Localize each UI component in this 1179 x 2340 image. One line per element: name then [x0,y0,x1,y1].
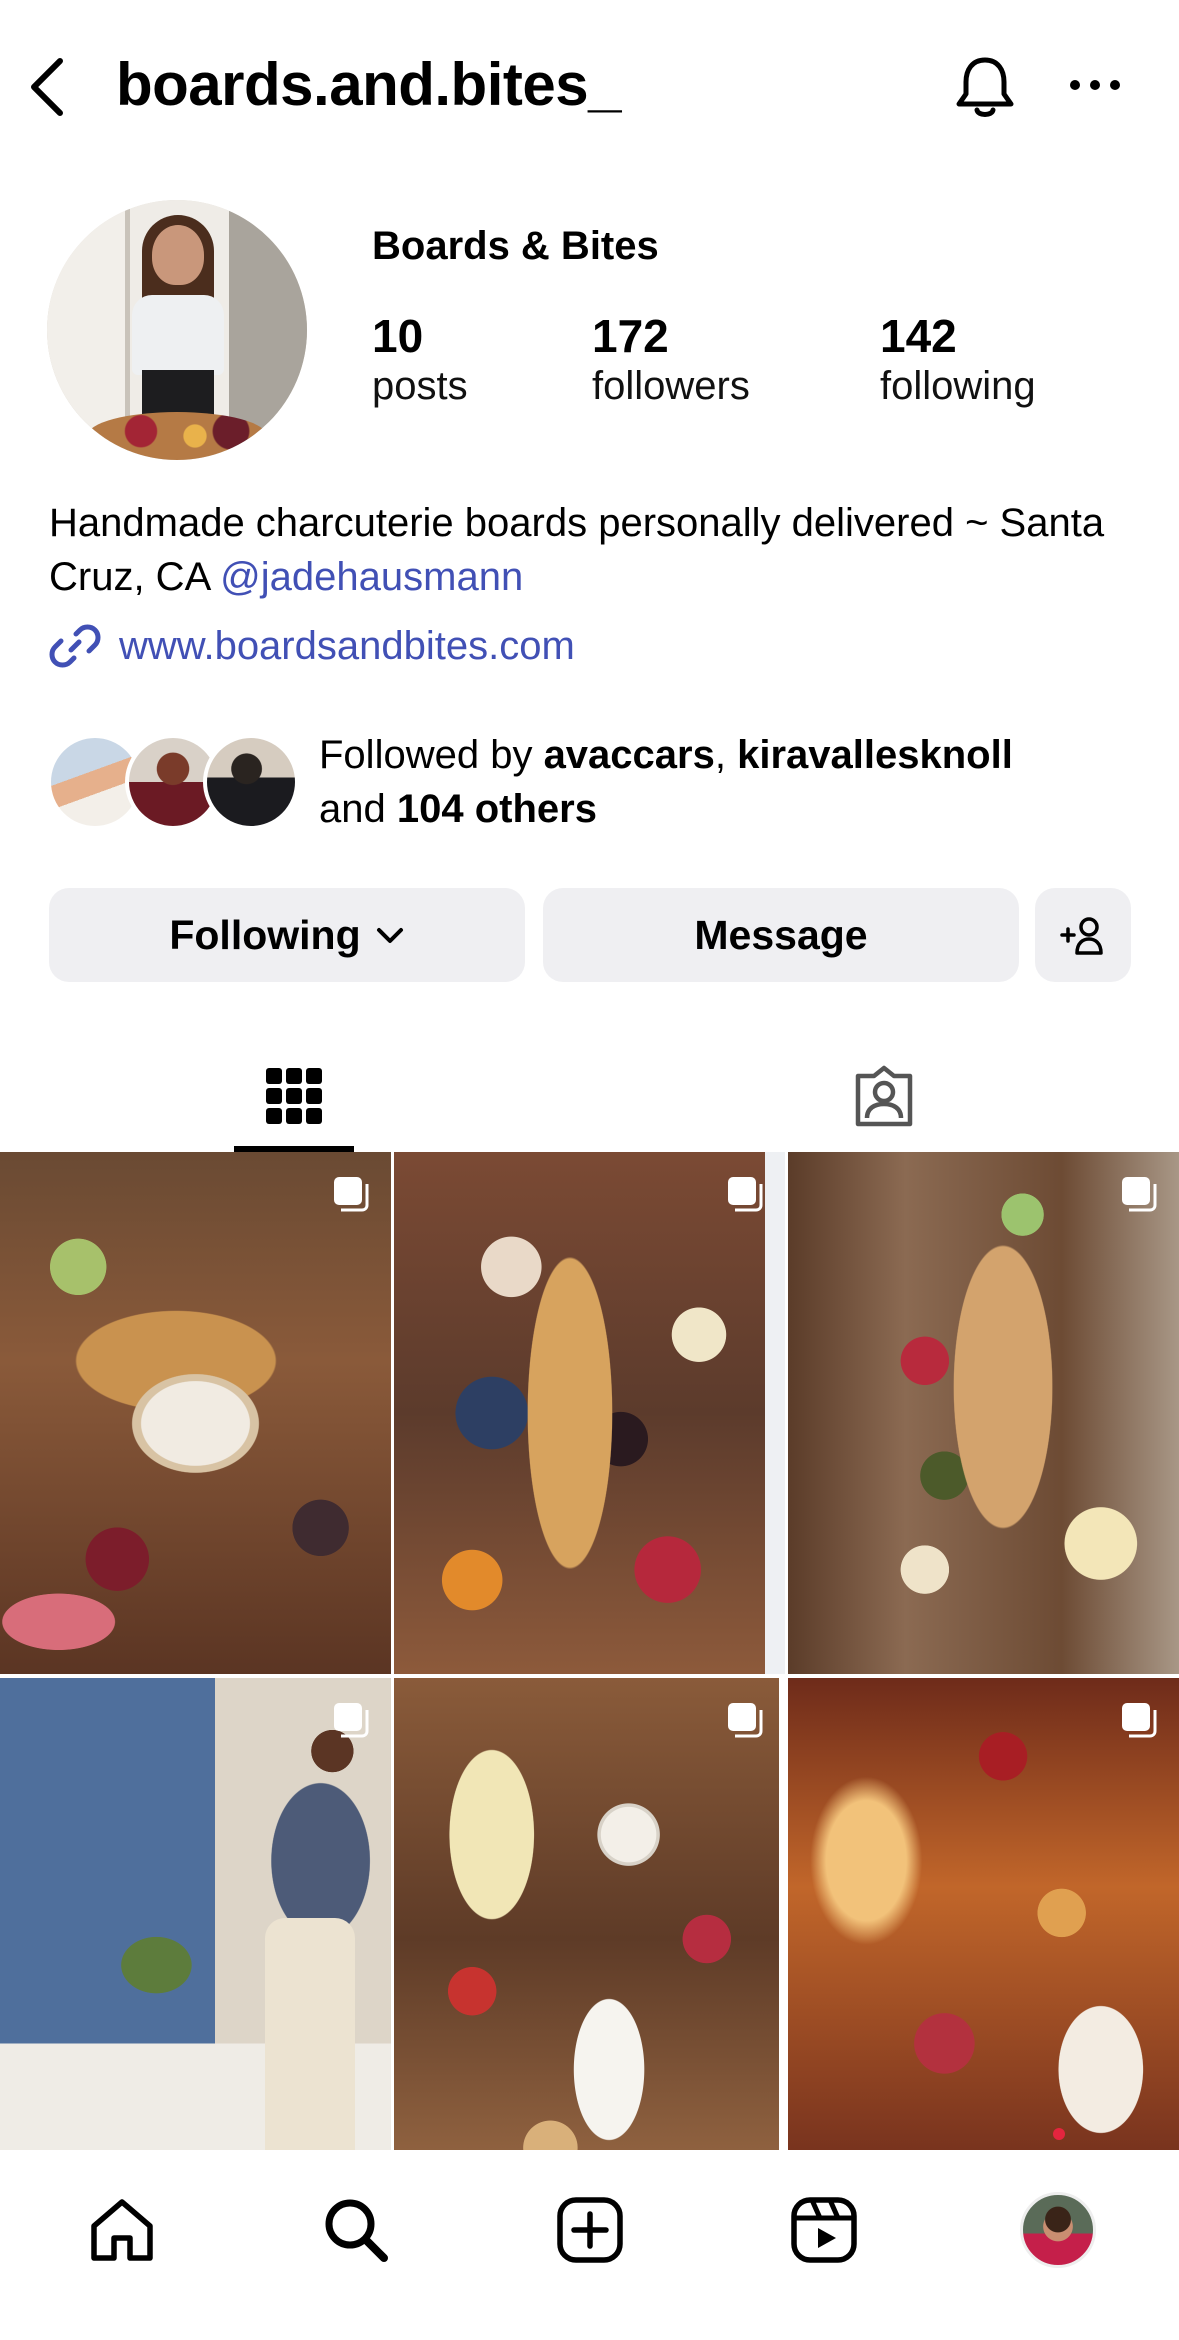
message-button[interactable]: Message [543,888,1019,982]
bio-text: Handmade charcuterie boards personally d… [49,501,1105,599]
post-tile[interactable] [394,1152,785,1674]
bell-icon [956,57,1014,117]
notifications-button[interactable] [950,52,1020,122]
nav-search[interactable] [316,2190,396,2270]
website-url: www.boardsandbites.com [119,623,575,668]
tab-tagged[interactable] [824,1040,944,1152]
notification-dot [1053,2128,1065,2140]
posts-grid [0,1152,1179,2200]
avatar-shirt [132,295,224,375]
top-bar: boards.and.bites_ [0,0,1179,170]
avatar-charcuterie-board [87,412,267,460]
multiple-photos-icon [334,1703,369,1738]
nav-profile[interactable] [1018,2190,1098,2270]
bio: Handmade charcuterie boards personally d… [49,496,1149,604]
tagged-person-icon [855,1065,913,1127]
post-tile[interactable] [0,1152,391,1674]
followed-by-prefix: Followed by [319,733,533,777]
post-tile[interactable] [788,1678,1179,2200]
bio-mention-link[interactable]: @jadehausmann [220,555,523,599]
post-tile[interactable] [394,1678,785,2200]
followed-by-and: and [319,787,386,831]
more-dots-icon [1070,80,1120,90]
following-button[interactable]: Following [49,888,525,982]
followed-by-text: Followed by avaccars, kiravallesknoll an… [319,728,1149,836]
reels-icon [791,2197,857,2263]
multiple-photos-icon [728,1703,763,1738]
nav-home[interactable] [82,2190,162,2270]
multiple-photos-icon [1122,1177,1157,1212]
search-icon [325,2199,388,2262]
mutual-user-2: kiravallesknoll [737,733,1013,777]
following-label: following [880,364,1036,408]
bottom-tab-bar [0,2150,1179,2340]
posts-stat: 10 posts [372,310,468,410]
profile-username: boards.and.bites_ [116,51,621,118]
tab-posts-grid[interactable] [234,1040,354,1152]
followed-by-section[interactable]: Followed by avaccars, kiravallesknoll an… [47,728,1157,838]
create-icon [557,2197,623,2263]
post-tile[interactable] [788,1152,1179,1674]
avatar-face [152,225,204,285]
posts-count: 10 [372,310,424,362]
posts-label: posts [372,364,468,408]
suggested-accounts-button[interactable] [1035,888,1131,982]
back-button[interactable] [22,52,72,122]
profile-avatar[interactable] [47,200,307,460]
profile-avatar-icon [1020,2192,1096,2268]
chevron-down-icon [376,928,403,943]
multiple-photos-icon [728,1177,763,1212]
following-count: 142 [880,310,957,362]
following-button-label: Following [169,911,361,958]
display-name: Boards & Bites [372,224,659,268]
multiple-photos-icon [1122,1703,1157,1738]
grid-icon [266,1068,322,1124]
followers-label: followers [592,364,750,408]
home-icon [91,2199,153,2261]
post-tile[interactable] [0,1678,391,2200]
message-button-label: Message [694,911,868,958]
mutual-follower-avatar [203,734,299,830]
followers-count: 172 [592,310,669,362]
add-person-icon [1060,917,1103,955]
back-arrow-icon [31,58,63,116]
mutual-others-count: 104 others [396,787,597,831]
more-options-button[interactable] [1065,60,1125,110]
separator: , [714,733,726,777]
nav-create[interactable] [550,2190,630,2270]
nav-reels[interactable] [784,2190,864,2270]
mutual-user-1: avaccars [543,733,715,777]
link-icon [49,624,101,668]
profile-tabs [0,1040,1179,1152]
followers-stat[interactable]: 172 followers [592,310,750,410]
website-link[interactable]: www.boardsandbites.com [49,618,575,674]
following-stat[interactable]: 142 following [880,310,1036,410]
multiple-photos-icon [334,1177,369,1212]
